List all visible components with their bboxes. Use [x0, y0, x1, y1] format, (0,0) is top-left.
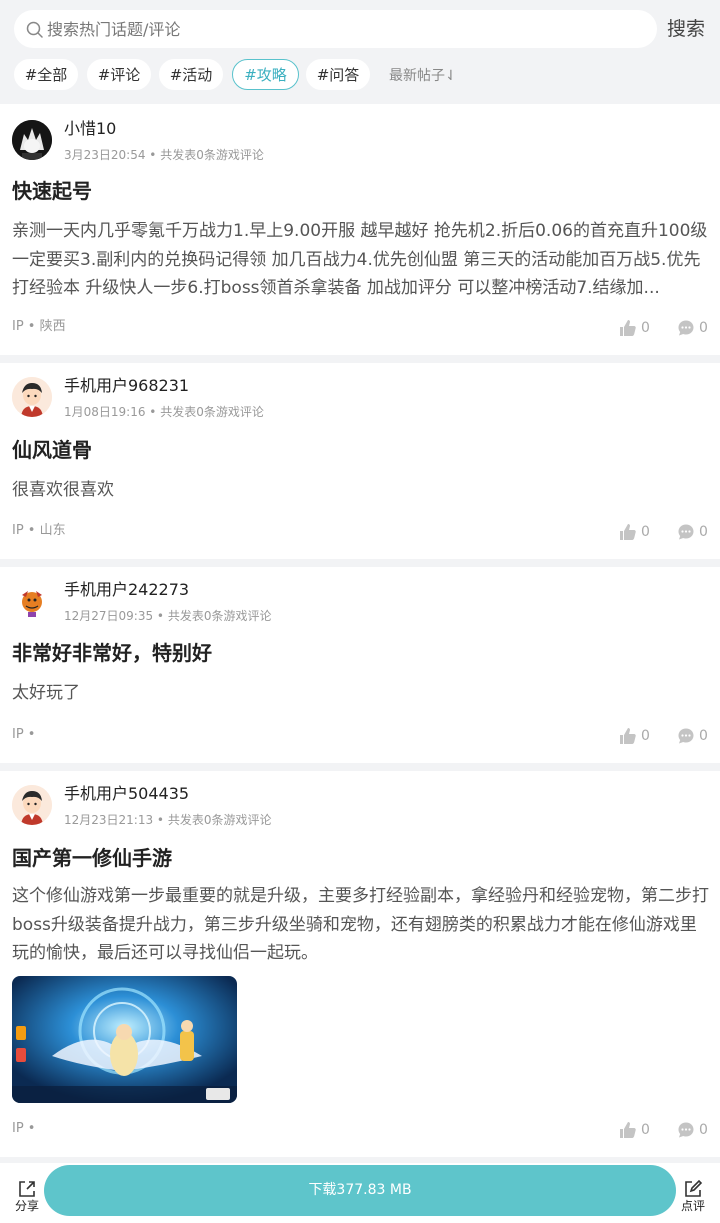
download-button[interactable]: 下载377.83 MB	[44, 1165, 676, 1216]
post-image[interactable]	[12, 976, 237, 1103]
tab-all[interactable]: #全部	[14, 59, 78, 90]
like-count: 0	[641, 1122, 650, 1138]
review-label: 点评	[680, 1199, 705, 1213]
post-card[interactable]: 手机用户242273 12月27日09:35 • 共发表0条游戏评论 非常好非常…	[0, 567, 720, 763]
thumbs-up-icon	[620, 1122, 636, 1138]
post-ip: IP •	[12, 727, 36, 742]
comment-icon	[678, 320, 694, 336]
like-count: 0	[641, 524, 650, 540]
post-body[interactable]: 很喜欢很喜欢	[12, 476, 712, 505]
comment-count: 0	[699, 728, 708, 744]
post-ip: IP • 陕西	[12, 319, 66, 334]
avatar[interactable]	[12, 120, 52, 160]
post-body[interactable]: 这个修仙游戏第一步最重要的就是升级，主要多打经验副本，拿经验丹和经验宠物，第二步…	[12, 882, 712, 968]
post-title[interactable]: 国产第一修仙手游	[12, 845, 172, 871]
post-card[interactable]: 小惜10 3月23日20:54 • 共发表0条游戏评论 快速起号 亲测一天内几乎…	[0, 104, 720, 355]
tab-activity[interactable]: #活动	[159, 59, 223, 90]
avatar[interactable]	[12, 377, 52, 417]
comment-icon	[678, 728, 694, 744]
comment-icon	[678, 524, 694, 540]
like-button[interactable]: 0	[619, 319, 659, 337]
post-meta: 1月08日19:16 • 共发表0条游戏评论	[64, 405, 264, 419]
post-title[interactable]: 仙风道骨	[12, 437, 92, 463]
like-button[interactable]: 0	[619, 1121, 659, 1139]
like-count: 0	[641, 728, 650, 744]
username[interactable]: 手机用户504435	[64, 784, 189, 804]
like-count: 0	[641, 320, 650, 336]
username[interactable]: 小惜10	[64, 119, 116, 139]
like-button[interactable]: 0	[619, 523, 659, 541]
share-label: 分享	[14, 1199, 39, 1213]
share-button[interactable]: 分享	[10, 1179, 44, 1215]
review-button[interactable]: 点评	[676, 1179, 710, 1215]
post-body[interactable]: 太好玩了	[12, 679, 712, 708]
search-input[interactable]: 搜索热门话题/评论	[14, 10, 657, 48]
search-button[interactable]: 搜索	[667, 17, 705, 41]
bottom-bar: 分享 下载377.83 MB 点评	[0, 1163, 720, 1223]
search-icon	[26, 21, 43, 38]
comment-icon	[678, 1122, 694, 1138]
comment-button[interactable]: 0	[677, 523, 717, 541]
comment-button[interactable]: 0	[677, 319, 717, 337]
avatar[interactable]	[12, 581, 52, 621]
thumbs-up-icon	[620, 524, 636, 540]
username[interactable]: 手机用户968231	[64, 376, 189, 396]
comment-button[interactable]: 0	[677, 727, 717, 745]
post-body[interactable]: 亲测一天内几乎零氪千万战力1.早上9.00开服 越早越好 抢先机2.折后0.06…	[12, 217, 712, 303]
post-meta: 12月27日09:35 • 共发表0条游戏评论	[64, 609, 272, 623]
post-card[interactable]: 手机用户504435 12月23日21:13 • 共发表0条游戏评论 国产第一修…	[0, 771, 720, 1157]
like-button[interactable]: 0	[619, 727, 659, 745]
post-title[interactable]: 非常好非常好，特别好	[12, 640, 212, 666]
edit-icon	[685, 1179, 703, 1197]
thumbs-up-icon	[620, 728, 636, 744]
tab-guide[interactable]: #攻略	[232, 59, 299, 90]
sort-dropdown[interactable]: 最新帖子⇃	[389, 66, 457, 86]
username[interactable]: 手机用户242273	[64, 580, 189, 600]
header: 搜索热门话题/评论 搜索 #全部 #评论 #活动 #攻略 #问答 最新帖子⇃	[0, 0, 720, 104]
post-meta: 3月23日20:54 • 共发表0条游戏评论	[64, 148, 264, 162]
tab-qa[interactable]: #问答	[306, 59, 370, 90]
post-meta: 12月23日21:13 • 共发表0条游戏评论	[64, 813, 272, 827]
post-title[interactable]: 快速起号	[12, 178, 92, 204]
tab-review[interactable]: #评论	[87, 59, 151, 90]
comment-count: 0	[699, 524, 708, 540]
share-icon	[19, 1181, 35, 1197]
post-card[interactable]: 手机用户968231 1月08日19:16 • 共发表0条游戏评论 仙风道骨 很…	[0, 363, 720, 559]
comment-count: 0	[699, 1122, 708, 1138]
comment-button[interactable]: 0	[677, 1121, 717, 1139]
post-ip: IP • 山东	[12, 523, 66, 538]
comment-count: 0	[699, 320, 708, 336]
post-ip: IP •	[12, 1121, 36, 1136]
search-placeholder: 搜索热门话题/评论	[47, 20, 181, 39]
thumbs-up-icon	[620, 320, 636, 336]
avatar[interactable]	[12, 785, 52, 825]
